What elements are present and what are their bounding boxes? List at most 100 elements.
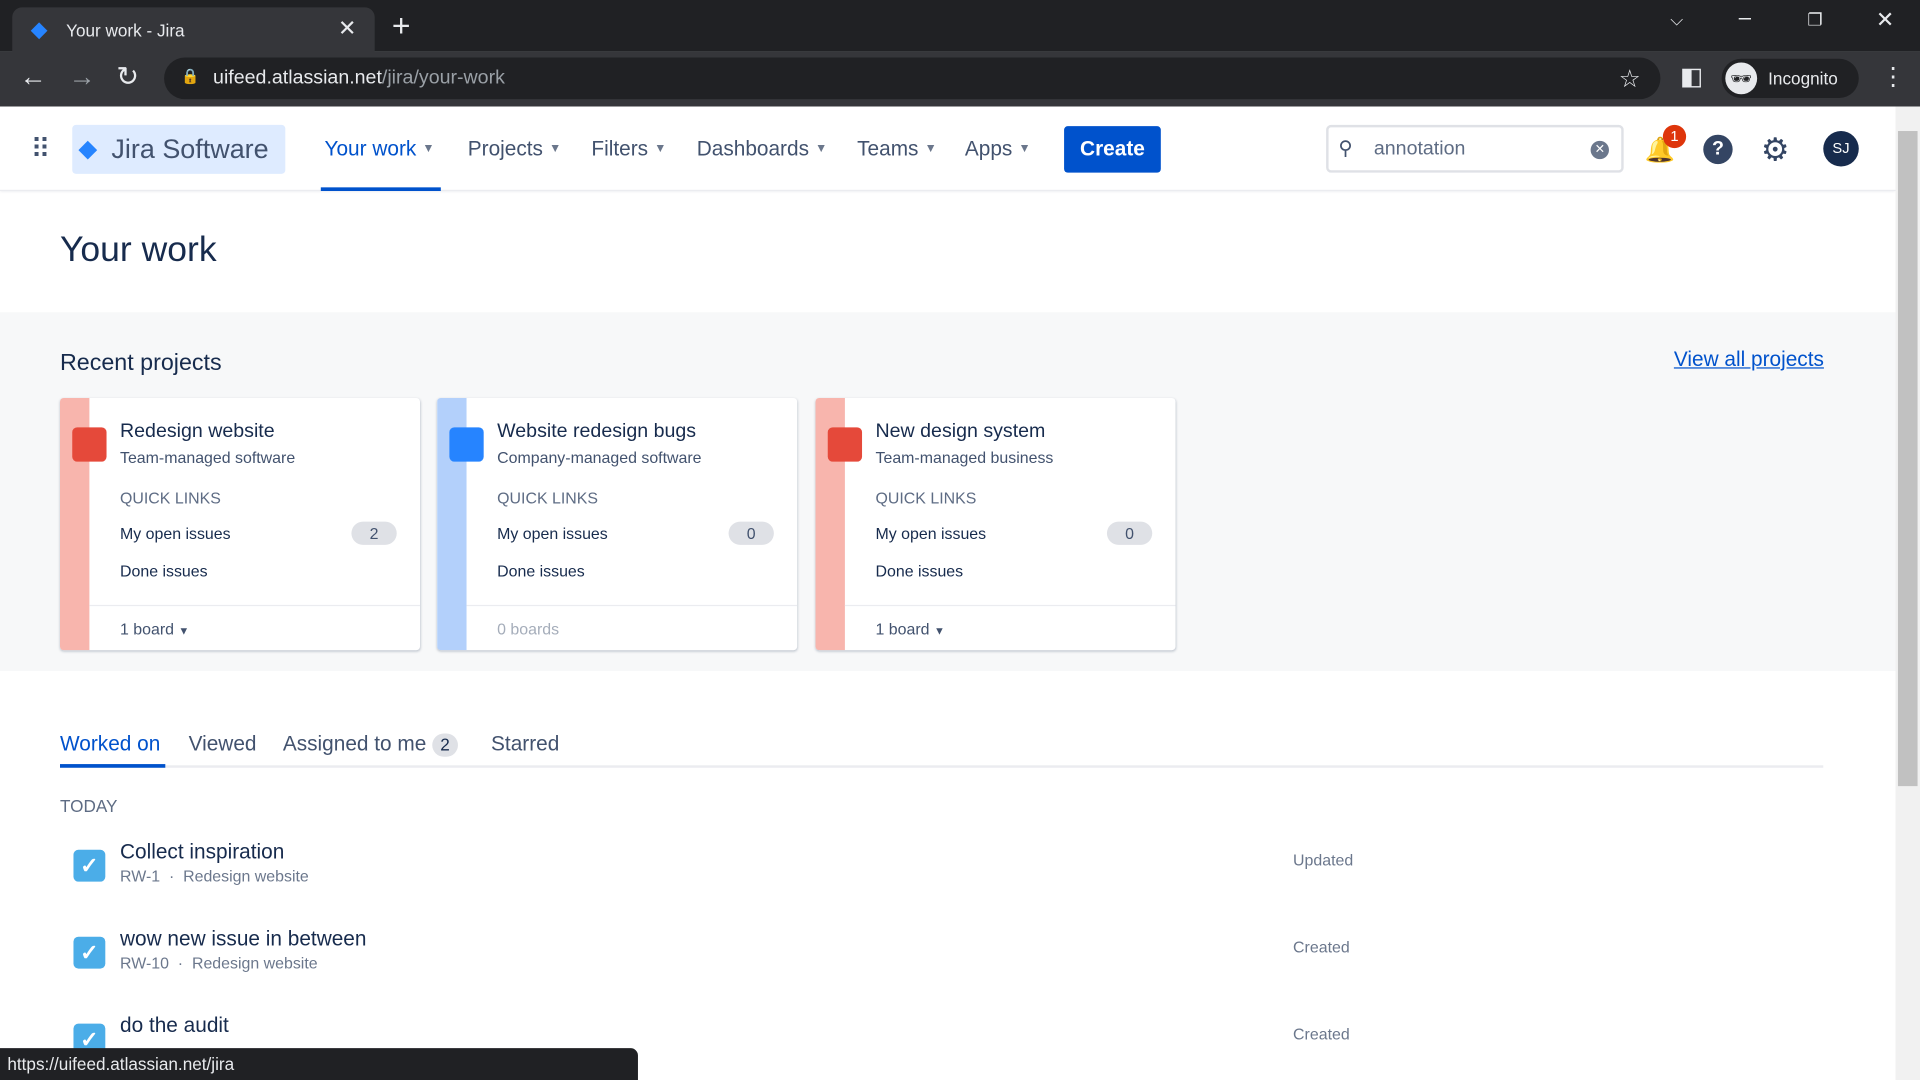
user-avatar[interactable]: SJ bbox=[1823, 131, 1859, 167]
issue-title[interactable]: Collect inspiration bbox=[120, 840, 284, 864]
product-name: Jira Software bbox=[111, 133, 269, 165]
nav-projects[interactable]: Projects ▼ bbox=[468, 107, 561, 191]
nav-label: Teams bbox=[857, 136, 919, 160]
open-issues-count: 0 bbox=[728, 521, 774, 545]
project-avatar-icon bbox=[449, 427, 484, 462]
open-issues-count: 0 bbox=[1106, 521, 1153, 545]
my-open-issues-link[interactable]: My open issues bbox=[120, 524, 231, 542]
quick-links-label: QUICK LINKS bbox=[875, 488, 977, 507]
nav-teams[interactable]: Teams ▼ bbox=[857, 107, 937, 191]
nav-dashboards[interactable]: Dashboards ▼ bbox=[697, 107, 828, 191]
nav-filters[interactable]: Filters ▼ bbox=[591, 107, 666, 191]
search-icon: ⚲ bbox=[1338, 138, 1353, 160]
forward-icon[interactable]: → bbox=[69, 61, 96, 93]
browser-tab[interactable]: ◆ Your work - Jira ✕ bbox=[12, 7, 375, 52]
browser-tab-bar: ◆ Your work - Jira ✕ + ⌵ – ❐ ✕ bbox=[0, 0, 1920, 52]
app-switcher-icon[interactable]: ⠿ bbox=[31, 133, 51, 165]
bookmark-star-icon[interactable]: ☆ bbox=[1619, 64, 1641, 95]
chevron-down-icon: ▼ bbox=[549, 142, 562, 156]
chevron-down-icon: ▼ bbox=[178, 624, 190, 637]
tab-viewed[interactable]: Viewed bbox=[189, 732, 257, 756]
done-issues-link[interactable]: Done issues bbox=[497, 562, 585, 580]
work-item[interactable]: ✓ Collect inspiration RW-1 · Redesign we… bbox=[73, 840, 1420, 923]
nav-label: Dashboards bbox=[696, 136, 809, 160]
boards-dropdown[interactable]: 1 board ▼ bbox=[89, 604, 421, 650]
project-avatar-icon bbox=[72, 427, 107, 462]
chevron-down-icon: ▼ bbox=[933, 624, 945, 637]
task-checkbox-icon: ✓ bbox=[73, 936, 106, 969]
boards-label: 1 board bbox=[120, 619, 174, 638]
clear-search-icon[interactable]: ✕ bbox=[1590, 140, 1609, 160]
tab-label: Assigned to me bbox=[282, 732, 427, 756]
project-name[interactable]: New design system bbox=[876, 421, 1046, 443]
close-tab-icon[interactable]: ✕ bbox=[338, 16, 356, 42]
menu-icon[interactable]: ⋮ bbox=[1881, 61, 1905, 92]
chevron-down-icon: ▼ bbox=[422, 142, 435, 156]
work-item[interactable]: ✓ wow new issue in between RW-10 · Redes… bbox=[73, 927, 1420, 1010]
issue-meta: RW-10 · Redesign website bbox=[120, 953, 318, 973]
quick-links-label: QUICK LINKS bbox=[120, 488, 221, 507]
tab-assigned-to-me[interactable]: Assigned to me 2 bbox=[282, 732, 458, 757]
search-value: annotation bbox=[1373, 138, 1466, 160]
project-name[interactable]: Redesign website bbox=[120, 421, 275, 443]
chevron-down-icon: ▼ bbox=[924, 142, 937, 156]
back-icon[interactable]: ← bbox=[20, 61, 47, 93]
nav-label: Your work bbox=[324, 136, 417, 160]
incognito-icon: 🕶 bbox=[1725, 62, 1758, 95]
close-window-icon[interactable]: ✕ bbox=[1876, 7, 1894, 33]
boards-label: 1 board bbox=[875, 619, 930, 638]
tab-worked-on[interactable]: Worked on bbox=[60, 732, 160, 756]
notification-badge: 1 bbox=[1662, 124, 1687, 149]
view-all-projects-link[interactable]: View all projects bbox=[1674, 348, 1824, 372]
quick-links-label: QUICK LINKS bbox=[497, 488, 598, 507]
incognito-badge[interactable]: 🕶 Incognito bbox=[1721, 58, 1859, 98]
boards-label: 0 boards bbox=[497, 619, 560, 638]
boards-dropdown[interactable]: 1 board ▼ bbox=[844, 604, 1176, 650]
chevron-down-icon: ▼ bbox=[1018, 142, 1031, 156]
jira-logo-link[interactable]: ◆ Jira Software bbox=[72, 124, 286, 174]
issue-title[interactable]: do the audit bbox=[120, 1014, 229, 1038]
help-icon[interactable]: ? bbox=[1703, 134, 1733, 165]
restore-icon[interactable]: ❐ bbox=[1807, 10, 1822, 31]
my-open-issues-link[interactable]: My open issues bbox=[876, 524, 987, 542]
url-bar[interactable]: 🔒 uifeed.atlassian.net/jira/your-work ☆ bbox=[164, 57, 1661, 100]
create-button[interactable]: Create bbox=[1064, 126, 1161, 173]
issue-key: RW-10 bbox=[120, 953, 169, 973]
tab-search-icon[interactable]: ⌵ bbox=[1670, 10, 1683, 31]
active-tab-indicator bbox=[60, 764, 166, 768]
project-card[interactable]: Redesign website Team-managed software Q… bbox=[60, 397, 421, 651]
scrollbar[interactable] bbox=[1895, 106, 1920, 1080]
project-type: Team-managed software bbox=[120, 448, 296, 467]
project-name[interactable]: Website redesign bugs bbox=[497, 421, 696, 443]
project-card[interactable]: New design system Team-managed business … bbox=[815, 397, 1176, 651]
nav-your-work[interactable]: Your work ▼ bbox=[320, 107, 441, 192]
activity-status: Updated bbox=[1293, 851, 1354, 870]
project-avatar-icon bbox=[827, 427, 863, 462]
nav-apps[interactable]: Apps ▼ bbox=[965, 107, 1031, 191]
project-type: Company-managed software bbox=[497, 448, 702, 467]
done-issues-link[interactable]: Done issues bbox=[876, 562, 964, 580]
nav-label: Filters bbox=[591, 136, 649, 160]
done-issues-link[interactable]: Done issues bbox=[120, 562, 208, 580]
new-tab-icon[interactable]: + bbox=[392, 7, 411, 45]
tab-starred[interactable]: Starred bbox=[491, 732, 559, 756]
date-group-label: TODAY bbox=[60, 795, 118, 816]
link-status-bar: https://uifeed.atlassian.net/jira bbox=[0, 1048, 638, 1080]
settings-gear-icon[interactable]: ⚙ bbox=[1761, 131, 1790, 169]
boards-dropdown[interactable]: 0 boards bbox=[466, 604, 798, 650]
profile-label: Incognito bbox=[1768, 68, 1838, 89]
issue-project: Redesign website bbox=[183, 866, 309, 886]
reload-icon[interactable]: ↻ bbox=[116, 61, 139, 93]
nav-label: Projects bbox=[467, 136, 543, 160]
minimize-icon[interactable]: – bbox=[1739, 5, 1751, 31]
search-input[interactable]: ⚲ annotation ✕ bbox=[1326, 124, 1624, 173]
project-card[interactable]: Website redesign bugs Company-managed so… bbox=[437, 397, 798, 651]
project-type: Team-managed business bbox=[875, 448, 1054, 467]
issue-title[interactable]: wow new issue in between bbox=[120, 927, 366, 951]
address-bar-area: ← → ↻ 🔒 uifeed.atlassian.net/jira/your-w… bbox=[0, 51, 1920, 107]
side-panel-icon[interactable]: ◧ bbox=[1680, 61, 1703, 92]
activity-status: Created bbox=[1293, 937, 1350, 957]
my-open-issues-link[interactable]: My open issues bbox=[497, 524, 608, 542]
scrollbar-thumb[interactable] bbox=[1897, 131, 1918, 787]
open-issues-count: 2 bbox=[351, 521, 397, 545]
